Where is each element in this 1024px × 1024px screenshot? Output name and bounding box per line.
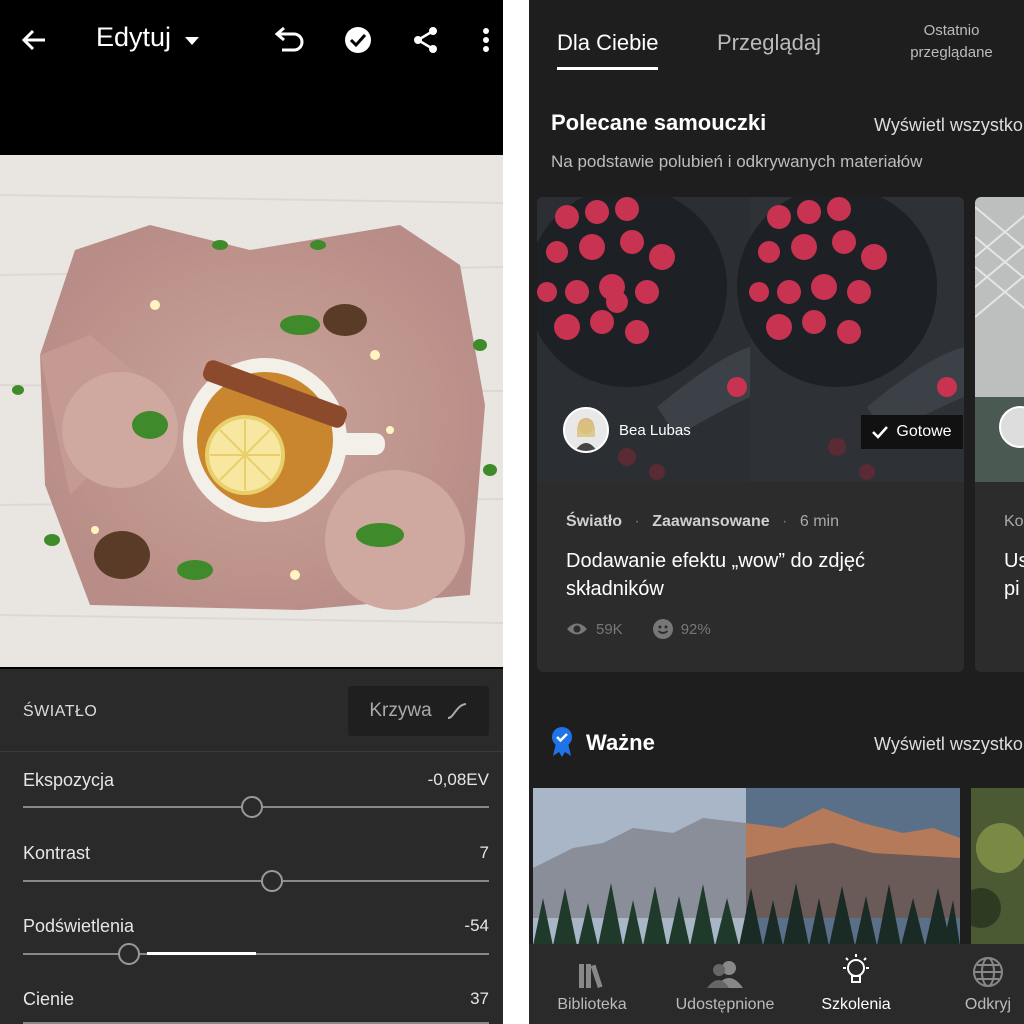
next-tutorial-category: Ko <box>1004 513 1024 530</box>
likes-percent: 92% <box>680 620 711 638</box>
ribbon-badge-icon <box>551 727 573 762</box>
completed-badge: Gotowe <box>861 415 963 449</box>
checkmark-icon <box>872 426 889 439</box>
exposure-label: Ekspozycja <box>23 770 115 790</box>
next-tutorial-title-line1: Us <box>1004 550 1024 572</box>
highlights-value: -54 <box>464 916 489 935</box>
exposure-value: -0,08EV <box>427 770 489 789</box>
shadows-value: 37 <box>470 989 489 1008</box>
light-section-label: ŚWIATŁO <box>23 703 98 720</box>
tab-for-you[interactable]: Dla Ciebie <box>557 30 659 56</box>
contrast-value: 7 <box>479 843 489 862</box>
panel-divider <box>0 751 503 752</box>
highlights-slider-fill <box>147 952 256 955</box>
important-see-all-link[interactable]: Wyświetl wszystko <box>874 734 1023 755</box>
share-icon[interactable] <box>408 22 444 58</box>
tutorial-card-next[interactable]: Ko Us pi <box>975 197 1024 672</box>
exposure-slider-handle[interactable] <box>241 796 263 818</box>
panel-separator <box>503 0 529 1024</box>
tab-browse[interactable]: Przeglądaj <box>717 30 821 56</box>
next-tutorial-title: Us pi <box>1004 547 1024 603</box>
library-icon <box>579 964 603 988</box>
next-tutorial-title-line2: pi <box>1004 578 1020 600</box>
author-name: Bea Lubas <box>619 421 691 439</box>
important-card-thumbnail-next[interactable] <box>971 788 1024 946</box>
important-card-thumbnail[interactable] <box>533 788 960 946</box>
globe-icon <box>973 957 1003 987</box>
undo-icon[interactable] <box>272 22 308 58</box>
tutorial-stats: 59K 92% <box>566 619 711 639</box>
people-icon <box>707 961 743 988</box>
tutorial-card[interactable]: Bea Lubas Gotowe Światło · Zaawansowane … <box>537 197 964 672</box>
confirm-check-icon[interactable] <box>340 22 376 58</box>
nav-learn[interactable]: Szkolenia <box>801 944 911 1024</box>
tutorial-duration: 6 min <box>799 513 839 530</box>
tutorial-meta: Światło · Zaawansowane · 6 min <box>566 513 839 530</box>
nav-discover-label: Odkryj <box>964 996 1012 1013</box>
nav-library[interactable]: Biblioteka <box>537 944 647 1024</box>
curve-button-label: Krzywa <box>369 700 432 721</box>
tutorial-level: Zaawansowane <box>652 513 770 530</box>
nav-library-label: Biblioteka <box>557 996 627 1013</box>
shadows-label: Cienie <box>23 989 75 1009</box>
featured-tutorials-title: Polecane samouczki <box>551 110 767 135</box>
important-section-title: Ważne <box>586 730 655 755</box>
lightbulb-icon <box>843 954 869 983</box>
highlights-slider-handle[interactable] <box>118 943 140 965</box>
edit-mode-dropdown[interactable]: Edytuj <box>96 22 199 53</box>
tutorial-author: Bea Lubas <box>563 407 691 453</box>
bottom-navigation: Biblioteka Udostępnione Szkolenia Odkryj <box>529 944 1024 1024</box>
eye-icon <box>567 623 587 635</box>
nav-learn-label: Szkolenia <box>821 996 891 1013</box>
more-vertical-icon[interactable] <box>468 22 503 58</box>
edited-photo <box>0 155 503 667</box>
editor-panel: Edytuj ŚWIATŁO Krzywa Ekspozycja -0,08EV… <box>0 0 503 1024</box>
highlights-label: Podświetlenia <box>23 916 135 936</box>
back-arrow-icon[interactable] <box>16 22 52 58</box>
completed-badge-label: Gotowe <box>896 423 952 440</box>
nav-shared[interactable]: Udostępnione <box>670 944 780 1024</box>
learn-panel: Dla Ciebie Przeglądaj Ostatnio przegląda… <box>529 0 1024 1024</box>
views-count: 59K <box>596 620 623 638</box>
tutorials-see-all-link[interactable]: Wyświetl wszystko <box>874 115 1023 136</box>
tutorial-thumbnail-next <box>975 197 1024 482</box>
tutorial-category: Światło <box>566 513 623 530</box>
tutorial-title: Dodawanie efektu „wow” do zdjęć składnik… <box>566 550 866 600</box>
smiley-icon <box>652 619 673 639</box>
contrast-slider-track[interactable] <box>23 880 489 882</box>
curve-icon <box>447 703 466 719</box>
highlights-slider-track[interactable] <box>23 953 489 955</box>
nav-discover[interactable]: Odkryj <box>933 944 1024 1024</box>
tab-recently-viewed[interactable]: Ostatnio przeglądane <box>899 20 1004 64</box>
tutorials-subtitle: Na podstawie polubień i odkrywanych mate… <box>551 152 923 171</box>
avatar <box>563 407 609 453</box>
dropdown-arrow-icon <box>184 37 199 45</box>
nav-shared-label: Udostępnione <box>675 996 775 1013</box>
active-tab-indicator <box>557 67 658 70</box>
edit-mode-label: Edytuj <box>96 22 172 52</box>
contrast-label: Kontrast <box>23 843 91 863</box>
curve-button[interactable]: Krzywa <box>348 686 489 736</box>
contrast-slider-handle[interactable] <box>261 870 283 892</box>
editor-toolbar: Edytuj <box>0 0 503 80</box>
